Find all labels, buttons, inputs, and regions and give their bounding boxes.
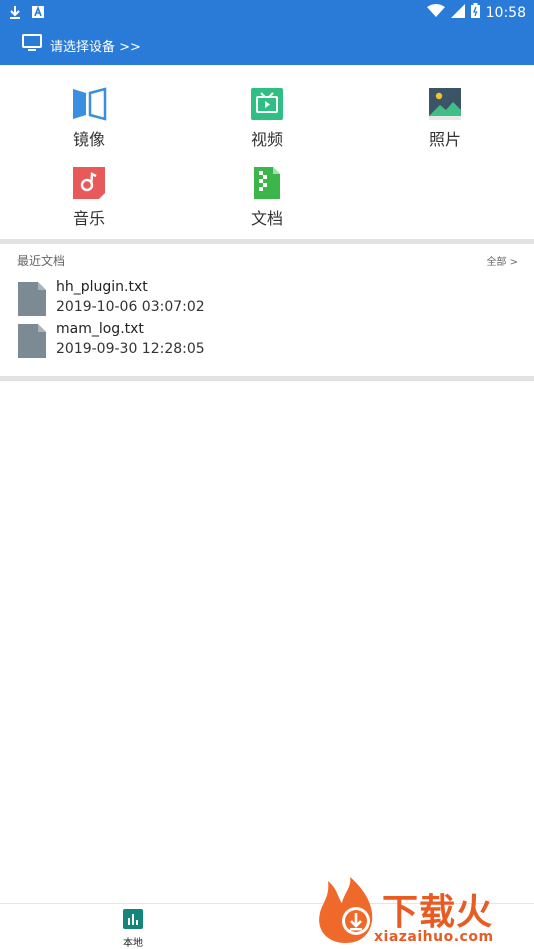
video-icon [249,86,285,122]
file-name: mam_log.txt [56,321,144,337]
category-label: 镜像 [72,130,105,149]
wifi-icon [426,3,445,22]
recent-header: 最近文档 全部 > [0,252,534,272]
app-bar: 请选择设备 >> [0,24,534,65]
category-label: 视频 [250,130,283,149]
notification-a-icon [32,4,44,23]
file-name: hh_plugin.txt [56,279,148,295]
device-select-button[interactable]: 请选择设备 >> [22,34,141,56]
mirror-icon [71,86,107,122]
divider [0,239,534,244]
battery-icon [470,3,480,22]
monitor-icon [22,34,42,56]
category-label: 音乐 [72,209,105,228]
file-date: 2019-10-06 03:07:02 [56,299,205,315]
recent-file-item[interactable]: hh_plugin.txt 2019-10-06 03:07:02 [0,279,534,321]
device-select-label: 请选择设备 >> [50,39,141,55]
watermark-text: 下载火 [382,892,494,933]
view-all-link[interactable]: 全部 > [486,253,518,268]
bar-chart-icon [123,909,143,933]
category-label: 照片 [428,130,461,149]
divider [0,376,534,381]
file-icon [18,324,46,358]
file-icon [18,282,46,316]
watermark-url: xiazaihuo.com [374,929,494,945]
flame-logo-icon [319,877,373,943]
category-label: 文档 [250,209,283,228]
music-icon [71,165,107,201]
signal-icon [450,3,465,22]
document-icon [249,165,285,201]
nav-local-tab[interactable]: 本地 [115,909,151,949]
recent-title: 最近文档 [17,254,66,268]
recent-file-item[interactable]: mam_log.txt 2019-09-30 12:28:05 [0,321,534,363]
category-music[interactable]: 音乐 [29,165,149,235]
category-video[interactable]: 视频 [207,86,327,156]
category-document[interactable]: 文档 [207,165,327,235]
status-bar: 10:58 [0,0,534,24]
status-time: 10:58 [485,4,526,21]
category-grid: 镜像 视频 照片 音乐 文档 [0,65,534,239]
nav-local-label: 本地 [123,938,143,949]
photo-icon [427,86,463,122]
download-icon [8,4,22,23]
watermark-logo: 下载火 xiazaihuo.com [316,877,530,947]
category-photo[interactable]: 照片 [385,86,505,156]
file-date: 2019-09-30 12:28:05 [56,341,205,357]
category-mirror[interactable]: 镜像 [29,86,149,156]
